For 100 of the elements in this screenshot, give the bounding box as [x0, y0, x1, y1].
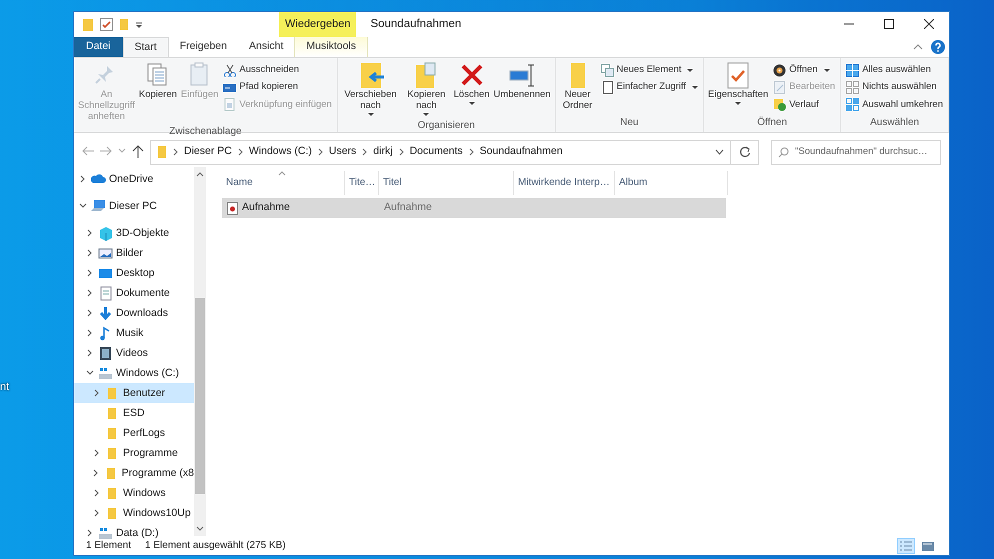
- ribbon-tab[interactable]: Musiktools: [294, 37, 368, 57]
- customize-dropdown-icon[interactable]: [135, 20, 143, 30]
- chevron-right-icon[interactable]: [92, 469, 100, 478]
- window-title: Soundaufnahmen: [369, 16, 462, 32]
- column-header[interactable]: Tite…: [345, 171, 379, 195]
- help-icon[interactable]: [931, 40, 945, 54]
- dropdown-chevron-icon[interactable]: [715, 149, 724, 155]
- tree-item[interactable]: Dokumente: [74, 283, 194, 303]
- tree-item[interactable]: Bilder: [74, 243, 194, 263]
- drive-icon: [98, 526, 113, 540]
- chevron-right-icon: [468, 148, 474, 156]
- tree-item[interactable]: ESD: [74, 403, 194, 423]
- chevron-right-icon[interactable]: [86, 349, 94, 358]
- tree-item[interactable]: Musik: [74, 323, 194, 343]
- file-name: Aufnahme: [242, 200, 290, 216]
- tiles-view-icon: [921, 540, 935, 552]
- tree-item[interactable]: Programme: [74, 443, 194, 463]
- collapse-ribbon-icon[interactable]: [913, 44, 923, 50]
- chevron-right-icon[interactable]: [86, 249, 94, 258]
- tree-item[interactable]: Windows10Up: [74, 503, 194, 523]
- tree-item[interactable]: 3D-Objekte: [74, 223, 194, 243]
- chevron-down-icon[interactable]: [79, 202, 87, 210]
- details-view-button[interactable]: [897, 538, 915, 554]
- up-arrow-icon[interactable]: [132, 145, 144, 159]
- file-row[interactable]: Aufnahme Aufnahme: [222, 198, 726, 218]
- tree-item[interactable]: OneDrive: [74, 169, 194, 189]
- breadcrumb-link[interactable]: dirkj: [373, 144, 393, 160]
- download-arrow-icon: [98, 306, 113, 320]
- ribbon-button[interactable]: Einfacher Zugriff: [598, 79, 700, 96]
- tree-item[interactable]: Windows: [74, 483, 194, 503]
- tree-item[interactable]: Programme (x8: [74, 463, 194, 483]
- shortcut-icon: [223, 98, 236, 112]
- chevron-right-icon[interactable]: [79, 175, 87, 184]
- chevron-right-icon[interactable]: [86, 309, 94, 318]
- close-icon[interactable]: [924, 19, 934, 30]
- chevron-right-icon[interactable]: [93, 489, 101, 498]
- ribbon-button[interactable]: Verlauf: [771, 96, 838, 113]
- scrollbar[interactable]: [194, 167, 206, 536]
- ribbon-button[interactable]: Pfad kopieren: [221, 79, 334, 96]
- easy-access-icon: [600, 80, 614, 94]
- chevron-right-icon[interactable]: [86, 269, 94, 278]
- properties-icon[interactable]: [100, 18, 113, 31]
- ribbon-group-label: Zwischenablage: [168, 125, 243, 139]
- ribbon-button[interactable]: Neuer Ordner: [558, 60, 596, 115]
- ribbon-button[interactable]: Löschen: [452, 60, 491, 118]
- history-icon: [773, 98, 786, 112]
- ribbon-group-label: Öffnen: [756, 116, 788, 130]
- ribbon-tab[interactable]: Datei: [74, 37, 123, 57]
- ribbon-button[interactable]: Auswahl umkehren: [844, 96, 945, 113]
- scroll-down-icon[interactable]: [196, 526, 204, 532]
- tree-item[interactable]: Videos: [74, 343, 194, 363]
- film-icon: [98, 346, 113, 360]
- tree-item[interactable]: Downloads: [74, 303, 194, 323]
- column-header[interactable]: Mitwirkende Interp…: [514, 171, 615, 195]
- ribbon-tab[interactable]: Start: [122, 37, 169, 57]
- chevron-right-icon[interactable]: [86, 229, 94, 238]
- chevron-right-icon: [238, 148, 243, 156]
- tree-item[interactable]: PerfLogs: [74, 423, 194, 443]
- ribbon-group-label: Neu: [619, 116, 640, 130]
- tree-item[interactable]: Benutzer: [74, 383, 194, 403]
- chevron-right-icon[interactable]: [86, 529, 94, 538]
- ribbon-tab[interactable]: Freigeben: [168, 37, 238, 57]
- ribbon-button[interactable]: Umbenennen: [492, 60, 552, 118]
- tree-item[interactable]: Desktop: [74, 263, 194, 283]
- breadcrumb-link[interactable]: Windows (C:): [248, 144, 312, 160]
- tree-item[interactable]: Dieser PC: [74, 196, 194, 216]
- tree-item[interactable]: Windows (C:): [74, 363, 194, 383]
- column-header[interactable]: Album: [615, 171, 728, 195]
- ribbon-button[interactable]: Kopieren nach: [402, 60, 451, 118]
- ribbon-button[interactable]: Öffnen: [771, 62, 838, 78]
- breadcrumb-link[interactable]: Documents: [410, 144, 463, 160]
- chevron-down-icon[interactable]: [86, 369, 94, 378]
- chevron-right-icon[interactable]: [86, 329, 94, 338]
- ribbon-button[interactable]: Kopieren: [138, 60, 178, 124]
- ribbon-button[interactable]: Nichts auswählen: [844, 79, 945, 96]
- ribbon-button[interactable]: Eigenschaften: [707, 60, 770, 115]
- search-field[interactable]: "Soundaufnahmen" durchsuc…: [771, 140, 941, 164]
- chevron-right-icon[interactable]: [86, 289, 94, 298]
- ribbon-tab[interactable]: Ansicht: [238, 37, 294, 57]
- breadcrumb-link[interactable]: Dieser PC: [184, 144, 232, 160]
- item-count: 1 Element: [86, 539, 132, 553]
- breadcrumb-link[interactable]: Soundaufnahmen: [480, 144, 563, 160]
- chevron-right-icon[interactable]: [93, 449, 101, 458]
- scroll-up-icon[interactable]: [196, 171, 204, 177]
- refresh-icon[interactable]: [738, 146, 750, 158]
- ribbon-button[interactable]: Verschieben nach: [340, 60, 400, 118]
- ribbon-button[interactable]: Ausschneiden: [221, 62, 334, 78]
- column-header[interactable]: Name: [222, 171, 345, 195]
- cube-icon: [98, 226, 113, 240]
- ribbon-button[interactable]: Alles auswählen: [844, 62, 945, 78]
- breadcrumb-link[interactable]: Users: [328, 144, 356, 160]
- picture-icon: [98, 246, 113, 260]
- chevron-right-icon: [398, 148, 404, 156]
- address-bar[interactable]: Dieser PC Windows (C:) Users dirkj Documents Soundaufnahmen: [150, 140, 731, 164]
- chevron-right-icon[interactable]: [93, 509, 101, 518]
- ribbon-button[interactable]: Neues Element: [598, 62, 700, 78]
- maximize-icon[interactable]: [884, 19, 894, 30]
- chevron-right-icon[interactable]: [93, 389, 101, 398]
- column-header[interactable]: Titel: [379, 171, 514, 195]
- details-view-icon: [899, 540, 913, 552]
